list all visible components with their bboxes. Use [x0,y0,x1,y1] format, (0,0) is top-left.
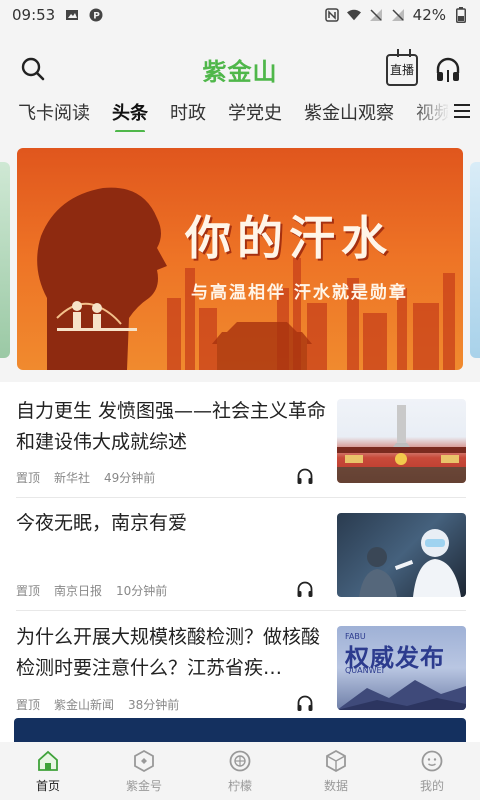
news-title: 今夜无眠，南京有爱 [16,512,188,534]
tab-feika[interactable]: 飞卡阅读 [18,99,90,125]
news-source: 紫金山新闻 [54,698,115,712]
battery-icon [454,7,468,23]
channel-tabs: 飞卡阅读 头条 时政 学党史 紫金山观察 视频 [0,92,480,132]
news-item[interactable]: 今夜无眠，南京有爱 置顶 南京日报 10分钟前 [0,498,480,610]
pin-tag: 置顶 [16,471,41,485]
audio-button[interactable] [434,56,462,84]
news-time: 38分钟前 [128,698,180,712]
headphones-icon [297,695,313,711]
headphones-icon [436,57,460,82]
nav-home-label: 首页 [35,778,60,793]
listen-button[interactable] [296,694,314,712]
zijinhao-icon [134,749,154,772]
wifi-icon [346,8,361,22]
menu-icon [454,104,470,106]
news-time: 10分钟前 [116,584,168,598]
thumb-small-bottom: QUANWEI [345,666,384,675]
home-icon [38,750,58,771]
live-label: 直播 [389,63,414,77]
battery-percent: 42% [412,6,446,24]
news-title: 自力更生 发愤图强——社会主义革命和建设伟大成就综述 [16,400,327,453]
list-divider [16,610,466,611]
gallery-icon [65,8,79,22]
medical-worker-image [359,529,461,597]
news-item[interactable]: 自力更生 发愤图强——社会主义革命和建设伟大成就综述 置顶 新华社 49分钟前 [0,384,480,496]
news-thumbnail [337,399,466,483]
tabs-fade [410,92,450,132]
svg-text:P: P [94,12,101,22]
lemon-icon [229,750,251,771]
news-meta: 置顶 南京日报 10分钟前 [16,582,167,599]
nfc-icon [324,8,339,22]
nav-zijinhao-label: 紫金号 [125,778,162,793]
pin-tag: 置顶 [16,698,41,712]
nav-lemon-label: 柠檬 [227,778,252,793]
tab-zijinshan-observe[interactable]: 紫金山观察 [304,99,394,125]
pin-tag: 置顶 [16,584,41,598]
headphones-icon [297,581,313,597]
app-logo: 紫金山 [202,56,278,86]
tab-politics[interactable]: 时政 [170,99,206,125]
nav-lemon[interactable]: 柠檬 [192,742,288,800]
listen-button[interactable] [296,580,314,598]
bottom-nav: 首页 紫金号 柠檬 数据 我的 [0,742,480,800]
news-meta: 置顶 新华社 49分钟前 [16,469,155,486]
signal-off-icon [369,8,383,22]
nav-data-label: 数据 [323,778,348,793]
banner-next-peek[interactable] [470,162,480,358]
banner-title: 你的汗水 [185,211,393,265]
parking-icon: P [89,8,103,22]
nav-profile[interactable]: 我的 [384,742,480,800]
news-meta: 置顶 紫金山新闻 38分钟前 [16,696,179,713]
news-title: 为什么开展大规模核酸检测？做核酸检测时要注意什么？江苏省疾… [16,626,321,679]
profile-icon [421,750,443,771]
news-time: 49分钟前 [104,471,156,485]
news-thumbnail [337,513,466,597]
news-item[interactable]: 为什么开展大规模核酸检测？做核酸检测时要注意什么？江苏省疾… 置顶 紫金山新闻 … [0,612,480,724]
nav-data[interactable]: 数据 [288,742,384,800]
live-button[interactable]: 直播 [386,54,418,86]
tab-headlines[interactable]: 头条 [112,99,148,125]
nav-zijinhao[interactable]: 紫金号 [96,742,192,800]
listen-button[interactable] [296,467,314,485]
search-icon [21,57,45,81]
status-time: 09:53 [12,6,56,24]
nav-profile-label: 我的 [419,778,444,793]
news-source: 南京日报 [54,584,103,598]
tab-party-history[interactable]: 学党史 [228,99,282,125]
banner-prev-peek[interactable] [0,162,10,358]
nav-home[interactable]: 首页 [0,742,96,800]
banner-subtitle: 与高温相伴 汗水就是勋章 [191,283,408,303]
signal-off-icon-2 [391,8,405,22]
data-icon [326,749,346,772]
news-thumbnail: FABU 权威发布 QUANWEI [337,626,466,710]
headphones-icon [297,468,313,484]
status-bar: 09:53 P 42% [0,0,480,30]
monument-image [337,405,466,483]
tabs-menu-button[interactable] [448,100,470,122]
news-item-partial[interactable] [14,718,466,742]
news-source: 新华社 [54,471,91,485]
search-button[interactable] [20,56,46,82]
banner-carousel[interactable]: 你的汗水 与高温相伴 汗水就是勋章 [17,148,463,370]
